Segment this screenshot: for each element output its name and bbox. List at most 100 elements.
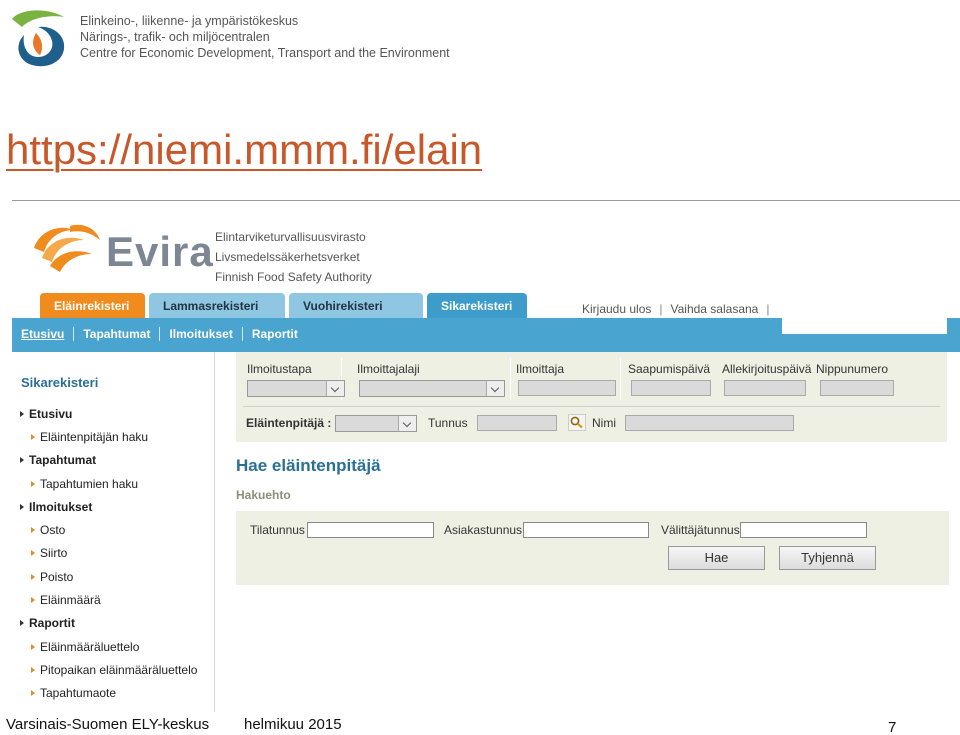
sidebar-item-label: Siirto: [40, 546, 68, 561]
asiakastunnus-label: Asiakastunnus: [444, 523, 523, 537]
sidebar-item-label: Ilmoitukset: [29, 499, 93, 514]
ilmoittajalaji-select[interactable]: [359, 380, 505, 397]
tunnus-label: Tunnus: [428, 416, 468, 430]
footer-date: helmikuu 2015: [244, 716, 342, 733]
tab-lammasrekisteri[interactable]: Lammasrekisteri: [149, 293, 285, 319]
chevron-down-icon: [486, 381, 504, 396]
account-separator: |: [659, 302, 663, 316]
tab-sikarekisteri[interactable]: Sikarekisteri: [427, 293, 527, 319]
sidebar-item-label: Raportit: [29, 616, 75, 631]
bullet-arrow-icon: [31, 550, 35, 557]
slide-divider: [12, 200, 960, 201]
filter-divider: [243, 406, 940, 407]
allekirjoituspaiva-input[interactable]: [724, 380, 806, 396]
elaintenpitaja-label: Eläintenpitäjä :: [246, 416, 332, 430]
search-button[interactable]: Hae: [668, 546, 765, 570]
sidebar-item-poisto[interactable]: Poisto: [20, 565, 197, 588]
bullet-arrow-icon: [20, 620, 24, 627]
nimi-label: Nimi: [592, 416, 616, 430]
sidebar-item-label: Eläinmääräluettelo: [40, 639, 140, 654]
ilmoitustapa-label: Ilmoitustapa: [247, 362, 312, 376]
evira-wordmark: Evira: [106, 228, 214, 275]
ilmoitustapa-select[interactable]: [247, 380, 345, 397]
valittajatunnus-input[interactable]: [740, 522, 867, 538]
bullet-arrow-icon: [20, 503, 24, 510]
section-label: Hakuehto: [236, 488, 291, 502]
sidebar-item-tapahtumien-haku[interactable]: Tapahtumien haku: [20, 472, 197, 495]
sidebar-item-siirto[interactable]: Siirto: [20, 542, 197, 565]
clear-button[interactable]: Tyhjennä: [779, 546, 876, 570]
sidebar-item-label: Osto: [40, 523, 66, 538]
sidebar-item-elainmaaraluettelo[interactable]: Eläinmääräluettelo: [20, 635, 197, 658]
sidebar-title: Sikarekisteri: [21, 375, 99, 390]
sidebar-item-label: Tapahtumaote: [40, 686, 117, 701]
footer-organization: Varsinais-Suomen ELY-keskus: [6, 716, 210, 733]
ely-name-en: Centre for Economic Development, Transpo…: [80, 46, 450, 60]
nav-tapahtumat[interactable]: Tapahtumat: [73, 327, 159, 341]
nippunumero-label: Nippunumero: [816, 362, 889, 376]
column-divider: [620, 358, 621, 400]
main-nav: Etusivu Tapahtumat Ilmoitukset Raportit: [21, 327, 307, 341]
evira-authority-names: Elintarviketurvallisuusvirasto Livsmedel…: [215, 227, 372, 287]
sidebar: Sikarekisteri Etusivu Eläintenpitäjän ha…: [12, 352, 215, 712]
bullet-arrow-icon: [31, 666, 35, 673]
evira-logo-icon: [34, 224, 100, 272]
nav-raportit[interactable]: Raportit: [241, 327, 307, 341]
tilatunnus-input[interactable]: [307, 522, 434, 538]
change-password-link[interactable]: Vaihda salasana: [671, 302, 759, 316]
page-title: Hae eläintenpitäjä: [236, 456, 381, 475]
account-links: Kirjaudu ulos | Vaihda salasana |: [582, 302, 769, 316]
sidebar-item-label: Eläintenpitäjän haku: [40, 429, 149, 444]
nippunumero-input[interactable]: [820, 380, 894, 396]
chevron-down-icon: [326, 381, 344, 396]
asiakastunnus-input[interactable]: [523, 522, 649, 538]
sidebar-item-raportit[interactable]: Raportit: [20, 612, 197, 635]
magnifier-icon: [570, 416, 583, 429]
sidebar-item-label: Pitopaikan eläinmääräluettelo: [40, 662, 198, 677]
slide-url-link[interactable]: https://niemi.mmm.fi/elain: [6, 126, 482, 174]
sidebar-item-tapahtumaote[interactable]: Tapahtumaote: [20, 682, 197, 705]
bullet-arrow-icon: [31, 527, 35, 534]
report-filter-panel: Ilmoitustapa Ilmoittajalaji Ilmoittaja S…: [236, 352, 947, 442]
sidebar-item-label: Tapahtumat: [29, 453, 97, 468]
nav-etusivu[interactable]: Etusivu: [21, 327, 73, 341]
search-lookup-button[interactable]: [568, 414, 586, 431]
sidebar-item-tapahtumat[interactable]: Tapahtumat: [20, 449, 197, 472]
sidebar-item-label: Poisto: [40, 569, 74, 584]
tunnus-input[interactable]: [477, 415, 557, 431]
sidebar-item-osto[interactable]: Osto: [20, 518, 197, 541]
sidebar-item-elainmaara[interactable]: Eläinmäärä: [20, 588, 197, 611]
sidebar-menu: Etusivu Eläintenpitäjän haku Tapahtumat …: [20, 402, 197, 705]
tab-elainrekisteri[interactable]: Eläinrekisteri: [40, 293, 145, 319]
column-divider: [510, 358, 511, 400]
ely-organization-names: Elinkeino-, liikenne- ja ympäristökeskus…: [80, 13, 450, 61]
bullet-arrow-icon: [31, 597, 35, 604]
tab-vuohirekisteri[interactable]: Vuohirekisteri: [289, 293, 423, 319]
register-tabs: Eläinrekisteri Lammasrekisteri Vuohireki…: [40, 293, 527, 319]
saapumispaiva-label: Saapumispäivä: [628, 362, 711, 376]
bullet-arrow-icon: [20, 410, 24, 417]
nav-ilmoitukset[interactable]: Ilmoitukset: [159, 327, 241, 341]
ely-name-fi: Elinkeino-, liikenne- ja ympäristökeskus: [80, 14, 299, 28]
bullet-arrow-icon: [31, 643, 35, 650]
evira-name-en: Finnish Food Safety Authority: [215, 270, 372, 284]
chevron-down-icon: [398, 416, 416, 431]
search-form: Tilatunnus Asiakastunnus Välittäjätunnus…: [236, 511, 949, 585]
tilatunnus-label: Tilatunnus: [250, 523, 305, 537]
nimi-input[interactable]: [625, 415, 794, 431]
nav-bar-notch: [782, 318, 947, 334]
sidebar-item-elaintenpitajan-haku[interactable]: Eläintenpitäjän haku: [20, 425, 197, 448]
valittajatunnus-label: Välittäjätunnus: [661, 523, 740, 537]
sidebar-item-label: Eläinmäärä: [40, 593, 101, 608]
evira-name-sv: Livsmedelssäkerhetsverket: [215, 250, 360, 264]
ilmoittaja-label: Ilmoittaja: [516, 362, 565, 376]
elaintenpitaja-select[interactable]: [335, 415, 417, 432]
sidebar-item-label: Etusivu: [29, 406, 73, 421]
sidebar-item-ilmoitukset[interactable]: Ilmoitukset: [20, 495, 197, 518]
sidebar-item-etusivu[interactable]: Etusivu: [20, 402, 197, 425]
sidebar-item-pitopaikan-elainmaaraluettelo[interactable]: Pitopaikan eläinmääräluettelo: [20, 658, 197, 681]
ilmoittaja-input[interactable]: [518, 380, 616, 396]
saapumispaiva-input[interactable]: [631, 380, 711, 396]
logout-link[interactable]: Kirjaudu ulos: [582, 302, 651, 316]
evira-name-fi: Elintarviketurvallisuusvirasto: [215, 230, 366, 244]
